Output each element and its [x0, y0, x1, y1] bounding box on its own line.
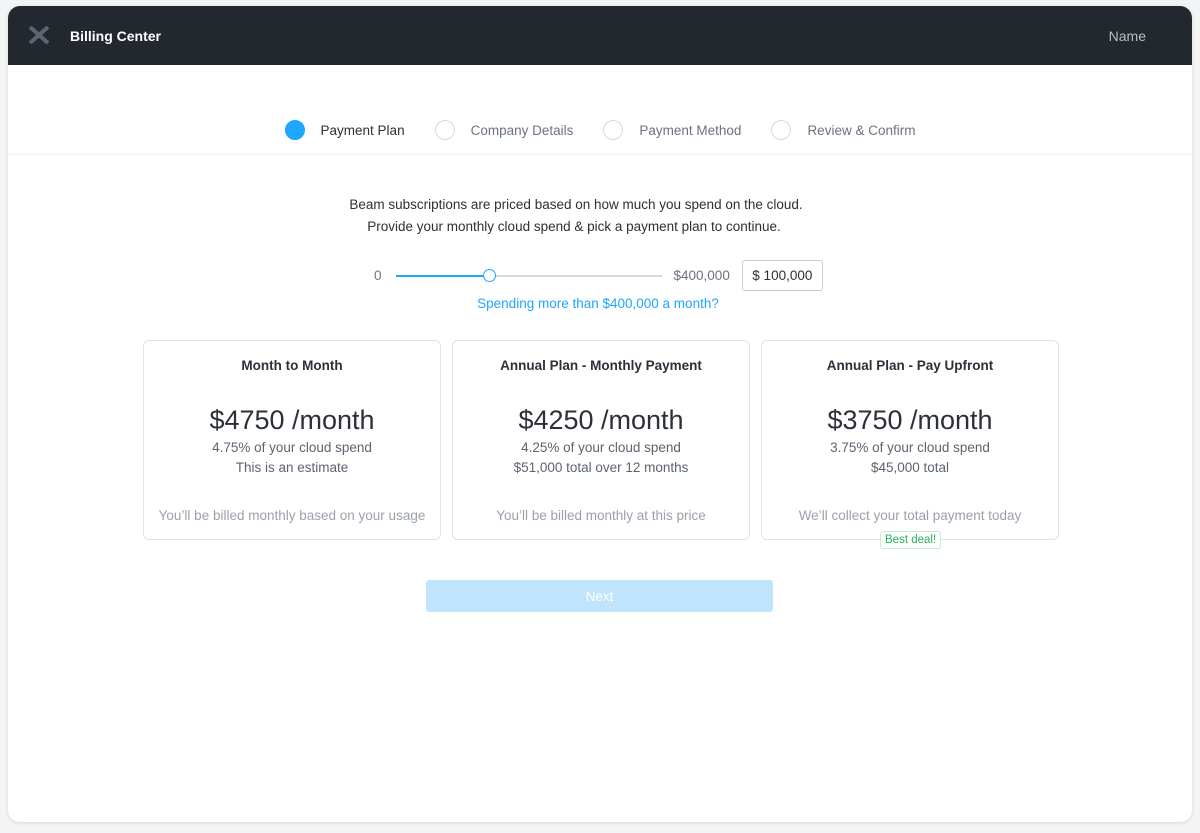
next-button[interactable]: Next: [426, 580, 773, 612]
spend-slider-row: 0 $400,000 $ 100,000: [374, 260, 823, 291]
top-bar: Billing Center Name: [8, 6, 1192, 65]
step-indicator-icon: [603, 120, 624, 140]
intro-line-2: Provide your monthly cloud spend & pick …: [367, 219, 781, 234]
spend-amount-input[interactable]: $ 100,000: [741, 260, 823, 291]
plan-note: You’ll be billed monthly at this price: [496, 508, 706, 523]
step-payment-method[interactable]: Payment Method: [603, 120, 741, 140]
plan-price: $4250 /month: [518, 405, 684, 435]
intro-text: Beam subscriptions are priced based on h…: [8, 194, 1192, 238]
plan-title: Month to Month: [241, 358, 343, 373]
plan-price: $4750 /month: [209, 405, 375, 435]
step-indicator-icon: [284, 120, 305, 140]
plan-note: We’ll collect your total payment today: [798, 508, 1022, 523]
step-label: Review & Confirm: [807, 122, 916, 138]
step-company-details[interactable]: Company Details: [434, 120, 574, 140]
divider: [8, 154, 1192, 155]
plan-card-annual-monthly[interactable]: Annual Plan - Monthly Payment $4250 /mon…: [452, 340, 750, 540]
slider-thumb[interactable]: [482, 268, 496, 282]
step-label: Payment Method: [639, 122, 742, 138]
plan-percent: 3.75% of your cloud spend: [830, 440, 990, 455]
plan-percent: 4.25% of your cloud spend: [521, 440, 681, 455]
plan-title: Annual Plan - Monthly Payment: [500, 358, 702, 373]
intro-line-1: Beam subscriptions are priced based on h…: [349, 197, 803, 212]
logo-x-icon[interactable]: [28, 26, 50, 44]
plan-cards: Month to Month $4750 /month 4.75% of you…: [143, 340, 1059, 549]
stepper: Payment Plan Company Details Payment Met…: [8, 120, 1192, 140]
plan-detail: $51,000 total over 12 months: [513, 460, 689, 475]
plan-card-annual-upfront[interactable]: Annual Plan - Pay Upfront $3750 /month 3…: [761, 340, 1059, 549]
user-name-menu[interactable]: Name: [1109, 28, 1146, 44]
slider-min-label: 0: [374, 268, 382, 283]
billing-window: Billing Center Name Payment Plan Company…: [8, 6, 1192, 822]
slider-max-label: $400,000: [673, 268, 730, 283]
step-label: Payment Plan: [320, 122, 405, 138]
plan-title: Annual Plan - Pay Upfront: [826, 358, 994, 373]
step-review-confirm[interactable]: Review & Confirm: [771, 120, 915, 140]
step-label: Company Details: [470, 122, 574, 138]
high-spend-link[interactable]: Spending more than $400,000 a month?: [8, 296, 1190, 311]
plan-price: $3750 /month: [827, 405, 993, 435]
step-indicator-icon: [434, 120, 455, 140]
plan-note: You’ll be billed monthly based on your u…: [158, 508, 426, 523]
plan-card-month-to-month[interactable]: Month to Month $4750 /month 4.75% of you…: [143, 340, 441, 540]
spend-slider[interactable]: [395, 268, 662, 282]
app-title: Billing Center: [70, 28, 162, 44]
plan-detail: $45,000 total: [870, 460, 950, 475]
slider-fill: [395, 274, 489, 277]
plan-percent: 4.75% of your cloud spend: [212, 440, 372, 455]
step-indicator-icon: [771, 120, 792, 140]
plan-detail: This is an estimate: [235, 460, 349, 475]
best-deal-badge: Best deal!: [880, 531, 942, 549]
step-payment-plan[interactable]: Payment Plan: [284, 120, 405, 140]
